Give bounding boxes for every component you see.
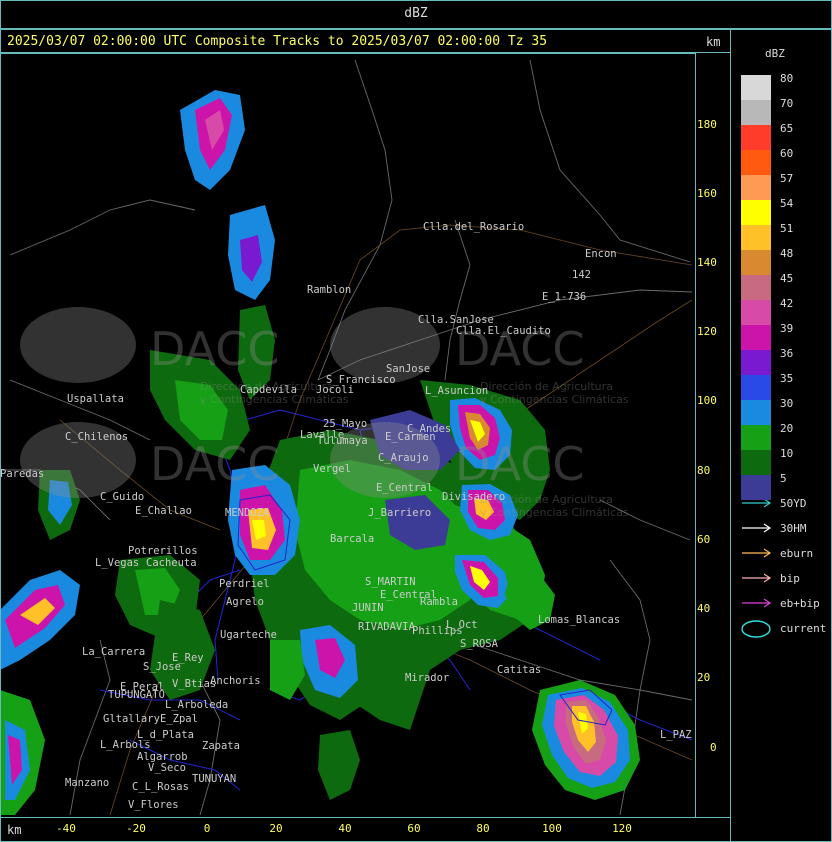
legend-level-label: 60: [780, 147, 794, 160]
legend-level-label: 48: [780, 247, 794, 260]
legend-level-label: 20: [780, 422, 794, 435]
legend-swatch: [741, 150, 771, 175]
map-frame: [0, 53, 696, 818]
legend-swatch: [741, 400, 771, 425]
x-tick-label: 60: [407, 822, 421, 835]
legend-level-label: 57: [780, 172, 794, 185]
legend-level-label: 30: [780, 397, 794, 410]
x-tick-label: 0: [203, 822, 211, 835]
arrow-icon: [742, 598, 772, 608]
legend-level-label: 51: [780, 222, 794, 235]
track-label: bip: [780, 572, 800, 585]
y-tick-label: 160: [697, 187, 717, 200]
y-tick-label: 60: [697, 533, 711, 546]
y-tick-label: 0: [710, 741, 717, 754]
legend-swatch: [741, 425, 771, 450]
legend-swatch: [741, 300, 771, 325]
track-label: 30HM: [780, 522, 807, 535]
legend-swatch: [741, 350, 771, 375]
km-unit-label-top: km: [706, 35, 721, 49]
y-tick-label: 180: [697, 118, 717, 131]
y-tick-label: 140: [697, 256, 717, 269]
legend-swatch: [741, 475, 771, 500]
x-tick-label: -40: [56, 822, 76, 835]
y-tick-label: 40: [697, 602, 711, 615]
legend-swatch: [741, 200, 771, 225]
x-tick-label: 100: [542, 822, 562, 835]
arrow-icon: [742, 573, 772, 583]
track-label: 50YD: [780, 497, 807, 510]
legend-title: dBZ: [765, 47, 785, 60]
legend-swatch: [741, 375, 771, 400]
track-label: eb+bip: [780, 597, 820, 610]
ellipse-icon: [741, 620, 771, 638]
legend-swatch: [741, 100, 771, 125]
y-tick-label: 120: [697, 325, 717, 338]
legend-level-label: 36: [780, 347, 794, 360]
legend-swatch: [741, 325, 771, 350]
legend-swatch: [741, 250, 771, 275]
legend-level-label: 45: [780, 272, 794, 285]
x-tick-label: -20: [126, 822, 146, 835]
legend-swatch: [741, 450, 771, 475]
track-label: current: [780, 622, 827, 635]
y-tick-label: 100: [697, 394, 717, 407]
km-unit-label-bottom: km: [7, 823, 22, 837]
y-tick-label: 20: [697, 671, 711, 684]
legend-level-label: 70: [780, 97, 794, 110]
legend-swatch: [741, 75, 771, 100]
header-timestamp: 2025/03/07 02:00:00 UTC Composite Tracks…: [7, 34, 548, 49]
arrow-icon: [742, 548, 772, 558]
product-title: dBZ: [404, 6, 428, 21]
legend-swatch: [741, 125, 771, 150]
legend-level-label: 35: [780, 372, 794, 385]
x-tick-label: 20: [269, 822, 283, 835]
legend-level-label: 80: [780, 72, 794, 85]
y-tick-label: 80: [697, 464, 711, 477]
legend-level-label: 10: [780, 447, 794, 460]
legend-swatch: [741, 225, 771, 250]
track-label: eburn: [780, 547, 814, 560]
arrow-icon: [742, 523, 772, 533]
legend-level-label: 42: [780, 297, 794, 310]
x-tick-label: 120: [612, 822, 632, 835]
legend-swatch: [741, 275, 771, 300]
x-tick-label: 80: [476, 822, 490, 835]
x-tick-label: 40: [338, 822, 352, 835]
legend-level-label: 65: [780, 122, 794, 135]
legend-level-label: 5: [780, 472, 787, 485]
legend-level-label: 54: [780, 197, 794, 210]
legend-level-label: 39: [780, 322, 794, 335]
legend-swatch: [741, 175, 771, 200]
